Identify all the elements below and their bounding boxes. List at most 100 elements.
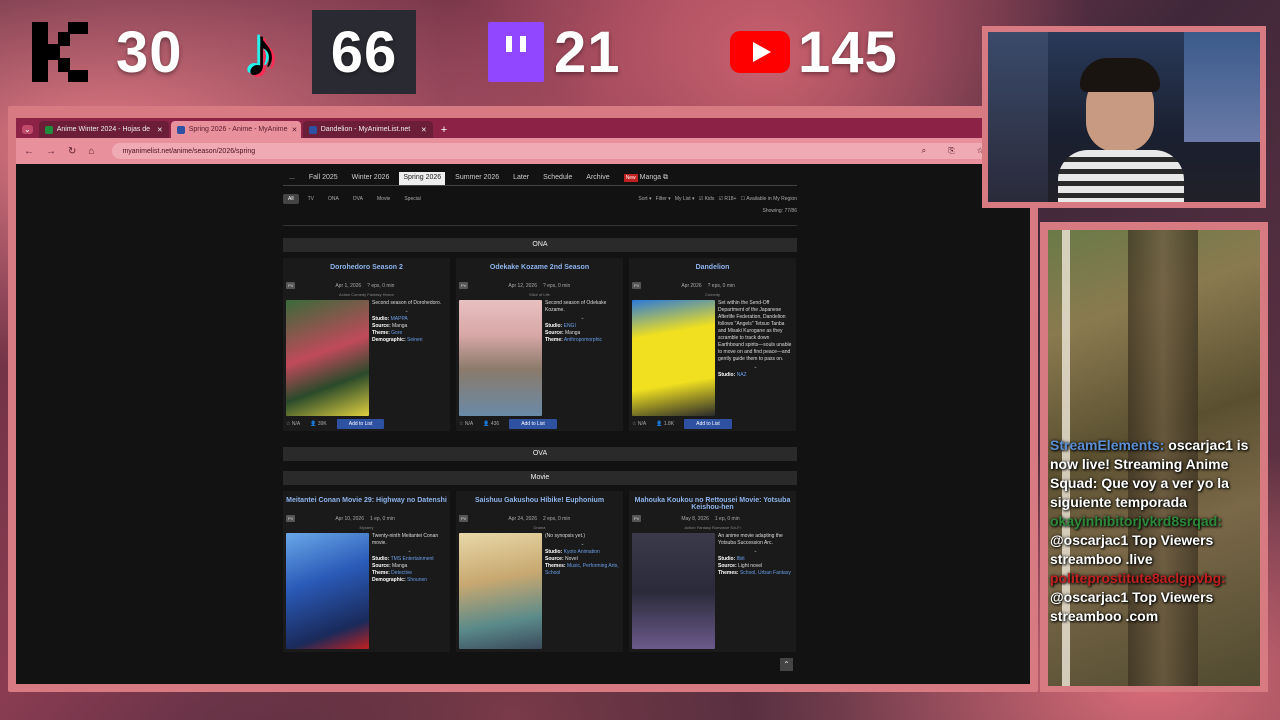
anime-card: Mahouka Koukou no Rettousei Movie: Yotsu… [629, 491, 796, 652]
twitch-count: 21 [554, 19, 621, 85]
webcam-feed [988, 32, 1260, 202]
chevron-down-icon[interactable]: ⌄ [372, 548, 447, 555]
season-nav-winter-2026[interactable]: Winter 2026 [348, 172, 394, 185]
movie-cards: Meitantei Conan Movie 29: Highway no Dat… [283, 491, 797, 652]
ona-cards: Dorohedoro Season 2 PV Apr 1, 2026? eps, … [283, 258, 797, 431]
chevron-down-icon[interactable]: ⌄ [545, 315, 620, 322]
poster-image[interactable] [459, 300, 542, 416]
pv-badge[interactable]: PV [286, 282, 296, 289]
chevron-down-icon[interactable]: ⌄ [545, 541, 620, 548]
filter-movie[interactable]: Movie [372, 194, 395, 204]
score: ☆ N/A [459, 420, 474, 427]
tab-anime-winter-sheet[interactable]: Anime Winter 2024 - Hojas de ✕ [38, 121, 169, 138]
chat-text: @oscarjac1 Top Viewers streamboo .com [1050, 589, 1214, 624]
genre-tags: Comedy [705, 292, 720, 297]
sheets-icon [44, 125, 53, 134]
manga-link[interactable]: New Manga ⧉ [620, 172, 672, 185]
tiktok-count: 66 [330, 19, 398, 85]
season-nav-more[interactable]: ... [285, 172, 299, 185]
anime-card: Odekake Kozame 2nd Season PV Apr 12, 2026… [456, 258, 623, 431]
chat-message: politeprostitute8aclgpvbg: @oscarjac1 To… [1050, 569, 1258, 626]
tab-dandelion[interactable]: Dandelion - MyAnimeList.net ✕ [302, 121, 433, 138]
filter-tv[interactable]: TV [303, 194, 319, 204]
pv-badge[interactable]: PV [632, 515, 642, 522]
genre-tags: Mystery [359, 525, 374, 530]
back-to-top-button[interactable]: ⌃ [780, 658, 793, 671]
pv-badge[interactable]: PV [459, 282, 469, 289]
tab-menu-icon[interactable]: ⌄ [22, 125, 33, 134]
score: ☆ N/A [286, 420, 301, 427]
add-to-list-button[interactable]: Add to List [509, 418, 557, 429]
tab-spring-2026[interactable]: Spring 2026 - Anime - MyAnime ✕ [170, 121, 301, 138]
chevron-down-icon[interactable]: ⌄ [718, 548, 793, 555]
mal-icon [308, 125, 317, 134]
score: ☆ N/A [632, 420, 647, 427]
season-nav-later[interactable]: Later [509, 172, 533, 185]
twitch-icon [488, 22, 544, 82]
close-icon[interactable]: ✕ [417, 126, 427, 134]
anime-title[interactable]: Meitantei Conan Movie 29: Highway no Dat… [286, 495, 447, 515]
anime-card: Meitantei Conan Movie 29: Highway no Dat… [283, 491, 450, 652]
genre-tags: Action Comedy Fantasy Horror [339, 292, 394, 297]
home-icon[interactable]: ⌂ [88, 146, 94, 157]
pv-badge[interactable]: PV [632, 282, 642, 289]
sort-filter-controls[interactable]: Sort ▾ Filter ▾ My List ▾ ☑ Kids ☑ R18+ … [638, 196, 797, 202]
youtube-stat: 145 [730, 10, 898, 94]
anime-title[interactable]: Saishuu Gakushou Hibike! Euphonium [459, 495, 620, 515]
shelf [1184, 32, 1260, 142]
filter-all[interactable]: All [283, 194, 299, 204]
pv-badge[interactable]: PV [286, 515, 296, 522]
season-nav-archive[interactable]: Archive [582, 172, 613, 185]
anime-title[interactable]: Dorohedoro Season 2 [286, 262, 447, 282]
close-icon[interactable]: ✕ [288, 126, 298, 134]
members: 👤 39K [310, 420, 327, 427]
showing-count: Showing: 77/86 [762, 208, 797, 214]
chat-username: StreamElements: [1050, 437, 1165, 453]
chat-message: okayinhibitorjvkrd8srqad: @oscarjac1 Top… [1050, 512, 1258, 569]
filter-ona[interactable]: ONA [323, 194, 344, 204]
poster-image[interactable] [459, 533, 542, 649]
filter-special[interactable]: Special [399, 194, 425, 204]
anime-card: Saishuu Gakushou Hibike! Euphonium PV Apr… [456, 491, 623, 652]
tiktok-count-box: 66 [312, 10, 416, 94]
reload-icon[interactable]: ↻ [68, 146, 76, 157]
streamer-hair [1080, 58, 1160, 92]
season-nav-summer-2026[interactable]: Summer 2026 [451, 172, 503, 185]
back-icon[interactable]: ← [24, 146, 34, 157]
close-icon[interactable]: ✕ [153, 126, 163, 134]
chevron-down-icon[interactable]: ⌄ [372, 308, 441, 315]
anime-title[interactable]: Odekake Kozame 2nd Season [459, 262, 620, 282]
twitch-stat: 21 [488, 10, 621, 94]
chat-username: okayinhibitorjvkrd8srqad: [1050, 513, 1222, 529]
poster-image[interactable] [632, 300, 715, 416]
kick-stat: 30 [32, 10, 183, 94]
poster-image[interactable] [286, 533, 369, 649]
seasonal-anime-list: ... Fall 2025 Winter 2026 Spring 2026 Su… [283, 164, 797, 684]
poster-image[interactable] [632, 533, 715, 649]
chat-username: politeprostitute8aclgpvbg: [1050, 570, 1226, 586]
filter-row: All TV ONA OVA Movie Special Sort ▾ Filt… [283, 193, 797, 205]
filter-ova[interactable]: OVA [348, 194, 368, 204]
season-nav-schedule[interactable]: Schedule [539, 172, 576, 185]
poster-image[interactable] [286, 300, 369, 416]
tiktok-stat: ♪ 66 [228, 10, 416, 94]
chat-text: @oscarjac1 Top Viewers streamboo .live [1050, 532, 1214, 567]
pv-badge[interactable]: PV [459, 515, 469, 522]
anime-title[interactable]: Dandelion [632, 262, 793, 282]
chevron-down-icon[interactable]: ⌄ [718, 364, 793, 371]
chair-back [988, 32, 1048, 202]
url-field[interactable]: myanimelist.net/anime/season/2026/spring… [112, 143, 1004, 159]
season-nav-fall-2025[interactable]: Fall 2025 [305, 172, 342, 185]
tiktok-icon: ♪ [243, 13, 279, 91]
forward-icon[interactable]: → [46, 146, 56, 157]
mal-icon [176, 125, 185, 134]
season-nav-spring-2026[interactable]: Spring 2026 [399, 172, 446, 185]
anime-title[interactable]: Mahouka Koukou no Rettousei Movie: Yotsu… [632, 495, 793, 515]
genre-tags: Action Fantasy Romance Sci-Fi [684, 525, 741, 530]
chevron-up-icon: ⌃ [783, 660, 790, 669]
add-to-list-button[interactable]: Add to List [336, 418, 385, 429]
kick-icon [32, 22, 88, 82]
kick-count: 30 [116, 19, 183, 85]
add-to-list-button[interactable]: Add to List [684, 418, 732, 429]
new-tab-icon[interactable]: + [441, 124, 447, 136]
